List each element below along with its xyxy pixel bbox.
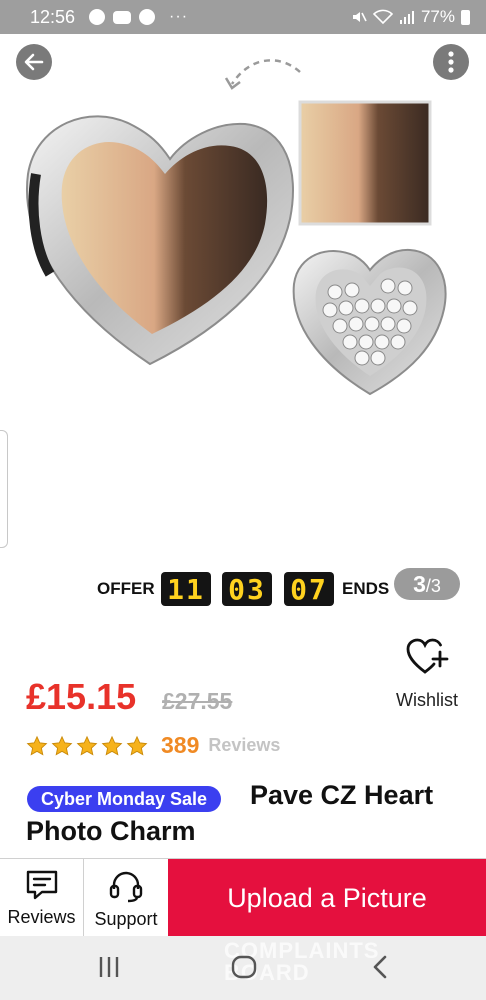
side-drawer-handle[interactable] — [0, 430, 8, 548]
current-price: £15.15 — [26, 676, 137, 717]
wishlist-label: Wishlist — [396, 690, 458, 710]
app-screen: 12:56 ··· 77% OFFER 11 03 07 ENDS 3 / 3 … — [0, 0, 486, 1000]
bottom-action-bar: Reviews Support Upload a Picture — [0, 858, 486, 937]
upload-picture-button[interactable]: Upload a Picture — [168, 859, 486, 937]
battery-percent: 77% — [420, 7, 455, 26]
support-button[interactable]: Support — [84, 859, 168, 937]
status-bar: 12:56 ··· 77% — [0, 0, 486, 34]
mute-icon — [352, 12, 367, 22]
sale-badge: Cyber Monday Sale — [27, 786, 222, 812]
countdown-hours: 11 — [161, 572, 211, 606]
product-title-line2: Photo Charm — [26, 816, 196, 846]
facebook-icon — [89, 9, 106, 25]
reviews-link-label: Reviews — [208, 735, 281, 755]
heart-plus-icon — [406, 638, 449, 674]
original-price: £27.55 — [162, 688, 233, 714]
gallery-total-pages: 3 — [430, 576, 441, 596]
status-time: 12:56 — [30, 6, 76, 27]
system-nav-bar: COMPLAINTS BOARD — [0, 936, 486, 1000]
system-back-button[interactable] — [370, 954, 390, 985]
home-button[interactable] — [230, 954, 258, 985]
offer-label: OFFER — [97, 579, 155, 598]
product-image-gallery[interactable]: OFFER 11 03 07 ENDS 3 / 3 — [0, 34, 486, 624]
more-options-button[interactable] — [433, 44, 469, 80]
recent-apps-icon — [99, 957, 119, 977]
product-image — [26, 59, 447, 396]
home-icon — [231, 955, 257, 979]
gallery-page-indicator: 3 / 3 — [394, 568, 460, 600]
battery-icon — [461, 9, 470, 25]
star-icon — [101, 735, 123, 756]
support-label: Support — [94, 909, 158, 929]
countdown-minutes: 03 — [222, 572, 272, 606]
ends-label: ENDS — [342, 579, 390, 598]
countdown-seconds: 07 — [284, 572, 334, 606]
signal-icon — [399, 11, 414, 24]
chat-bubble-icon — [26, 870, 57, 900]
offer-countdown: OFFER 11 03 07 ENDS 3 / 3 — [0, 568, 486, 612]
star-icon — [26, 735, 48, 756]
messenger-icon — [139, 9, 156, 25]
recent-apps-button[interactable] — [96, 954, 122, 985]
headset-icon — [109, 871, 143, 903]
star-icon — [126, 735, 148, 756]
status-right: 77% — [351, 7, 470, 27]
youtube-icon — [113, 10, 132, 24]
review-count: 389 — [161, 732, 200, 758]
status-left: 12:56 ··· — [30, 7, 188, 28]
wifi-icon — [372, 9, 393, 25]
arrow-left-icon — [24, 53, 44, 71]
rating-row[interactable]: 389 Reviews — [26, 732, 280, 759]
overflow-dots: ··· — [169, 8, 189, 25]
more-vertical-icon — [448, 51, 454, 73]
back-button[interactable] — [16, 44, 52, 80]
gallery-current-page: 3 — [413, 571, 426, 597]
reviews-label: Reviews — [7, 907, 76, 927]
product-title-line1: Pave CZ Heart — [250, 780, 434, 810]
star-icon — [51, 735, 73, 756]
star-icon — [76, 735, 98, 756]
reviews-button[interactable]: Reviews — [0, 859, 84, 937]
wishlist-button[interactable]: Wishlist — [386, 638, 468, 711]
chevron-left-icon — [373, 955, 387, 979]
